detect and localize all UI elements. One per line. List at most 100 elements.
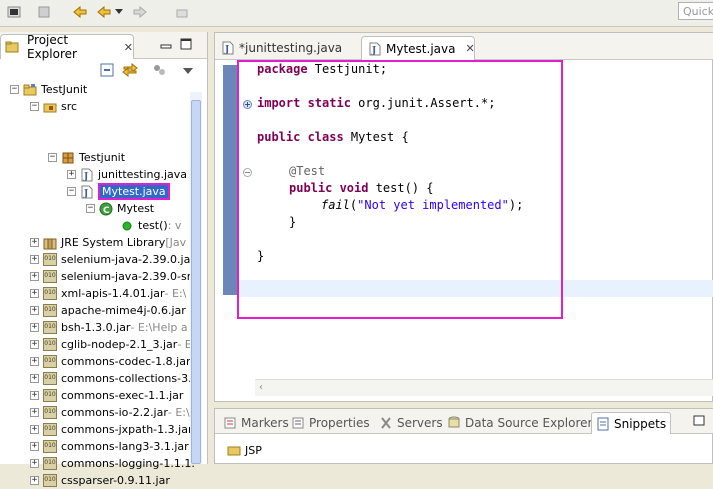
last-edit-icon[interactable] xyxy=(70,3,90,21)
tree-item-label: Mytest xyxy=(117,202,155,215)
tree-item-label: commons-collections-3.2 xyxy=(61,372,199,385)
expand-toggle-icon[interactable]: + xyxy=(30,323,39,332)
tree-item-detail: - E:\Help a xyxy=(130,321,188,334)
terminal-icon[interactable] xyxy=(4,3,24,21)
collapse-toggle-icon[interactable]: − xyxy=(48,153,57,162)
tab-label: Servers xyxy=(397,415,443,430)
tab-project-explorer[interactable]: Project Explorer ✕ xyxy=(0,33,134,61)
java-file-icon: J xyxy=(80,168,94,182)
servers-icon xyxy=(379,416,393,430)
tab-snippets[interactable]: Snippets xyxy=(591,412,672,434)
close-icon[interactable]: ✕ xyxy=(465,42,474,55)
collapse-all-icon[interactable] xyxy=(100,63,114,77)
back-dropdown-icon[interactable] xyxy=(114,3,124,21)
expand-toggle-icon[interactable]: + xyxy=(30,255,39,264)
expand-toggle-icon[interactable]: + xyxy=(30,238,39,247)
tree-item-mytest-java[interactable]: − J Mytest.java xyxy=(67,183,170,200)
tree-item-jar[interactable]: +010 commons-jxpath-1.3.jar xyxy=(30,421,192,438)
database-icon xyxy=(447,416,461,430)
scroll-left-icon[interactable]: ‹ xyxy=(259,382,263,393)
tree-item-label: bsh-1.3.0.jar xyxy=(61,321,131,334)
bottom-panel: Markers Properties Servers Data Source E… xyxy=(214,408,713,464)
maximize-icon[interactable] xyxy=(180,38,192,50)
svg-text:C: C xyxy=(103,206,110,216)
pin-editor-icon[interactable] xyxy=(172,3,192,21)
horizontal-scrollbar[interactable]: ‹ xyxy=(255,379,713,396)
tree-item-jre-library[interactable]: + JRE System Library [Jav xyxy=(30,234,186,251)
tab-markers[interactable]: Markers xyxy=(223,412,289,433)
tree-item-jar[interactable]: +010 apache-mime4j-0.6.jar xyxy=(30,302,186,319)
expand-toggle-icon[interactable]: + xyxy=(67,170,76,179)
jar-icon: 010 xyxy=(43,253,57,267)
main-toolbar: Quick xyxy=(0,0,713,27)
tree-item-jar[interactable]: +010 bsh-1.3.0.jar - E:\Help a xyxy=(30,319,188,336)
quick-access-input[interactable]: Quick xyxy=(678,2,713,20)
tree-item-label: commons-exec-1.1.jar xyxy=(61,389,184,402)
tree-item-test-method[interactable]: test() : v xyxy=(120,217,181,234)
tree-item-label: xml-apis-1.4.01.jar xyxy=(61,287,165,300)
collapse-toggle-icon[interactable]: − xyxy=(67,187,76,196)
collapse-toggle-icon[interactable]: − xyxy=(30,102,39,111)
expand-toggle-icon[interactable]: + xyxy=(30,408,39,417)
tree-item-label: commons-jxpath-1.3.jar xyxy=(61,423,193,436)
expand-toggle-icon[interactable]: + xyxy=(30,289,39,298)
tab-properties[interactable]: Properties xyxy=(291,412,370,433)
filter-icon[interactable] xyxy=(152,63,166,77)
tree-item-jar[interactable]: +010 commons-collections-3.2 xyxy=(30,370,199,387)
expand-toggle-icon[interactable]: + xyxy=(30,340,39,349)
expand-toggle-icon[interactable]: + xyxy=(30,357,39,366)
tab-servers[interactable]: Servers xyxy=(379,412,443,433)
minimize-icon[interactable] xyxy=(693,415,705,427)
tree-item-detail: : v xyxy=(167,219,182,232)
tree-item-jar[interactable]: +010 commons-codec-1.8.jar xyxy=(30,353,190,370)
tree-item-package-testjunit[interactable]: − Testjunit xyxy=(48,149,125,166)
expand-toggle-icon[interactable]: + xyxy=(30,425,39,434)
tree-item-jar[interactable]: +010 commons-lang3-3.1.jar xyxy=(30,438,189,455)
tab-junittesting-java[interactable]: J *junittesting.java xyxy=(221,36,361,59)
tree-item-label: Testjunit xyxy=(79,151,126,164)
tab-mytest-java[interactable]: J Mytest.java ✕ xyxy=(361,36,475,60)
collapse-toggle-icon[interactable]: − xyxy=(86,204,95,213)
tree-item-junittesting-java[interactable]: + J junittesting.java xyxy=(67,166,187,183)
collapse-toggle-icon[interactable]: − xyxy=(10,85,19,94)
link-with-editor-icon[interactable] xyxy=(122,62,138,78)
expand-toggle-icon[interactable]: + xyxy=(30,374,39,383)
tree-item-jar[interactable]: +010 commons-exec-1.1.jar xyxy=(30,387,183,404)
debug-icon[interactable] xyxy=(34,3,54,21)
jar-icon: 010 xyxy=(43,287,57,301)
forward-arrow-icon[interactable] xyxy=(130,3,150,21)
tree-item-jar[interactable]: +010 selenium-java-2.39.0.jar xyxy=(30,251,195,268)
tree-item-jar[interactable]: +010 cssparser-0.9.11.jar xyxy=(30,472,170,489)
tree-item-mytest-class[interactable]: − C Mytest xyxy=(86,200,154,217)
expand-toggle-icon[interactable]: + xyxy=(30,442,39,451)
tree-item-jar[interactable]: +010 cglib-nodep-2.1_3.jar - E xyxy=(30,336,192,353)
project-explorer-toolbar xyxy=(0,59,207,83)
minimize-icon[interactable] xyxy=(160,38,172,50)
expand-toggle-icon[interactable]: + xyxy=(30,272,39,281)
bottom-tabbar: Markers Properties Servers Data Source E… xyxy=(215,409,713,434)
tree-item-testjunit-project[interactable]: − TestJunit xyxy=(10,81,87,98)
tree-item-jar[interactable]: +010 commons-io-2.2.jar - E:\ xyxy=(30,404,190,421)
tab-data-source-explorer[interactable]: Data Source Explorer xyxy=(447,412,592,433)
tree-item-src[interactable]: − src xyxy=(30,98,77,115)
expand-toggle-icon[interactable]: + xyxy=(30,476,39,485)
project-icon xyxy=(23,83,37,97)
tab-project-explorer-label: Project Explorer xyxy=(27,33,77,61)
tree-item-jar[interactable]: +010 selenium-java-2.39.0-src xyxy=(30,268,197,285)
tree-item-label: selenium-java-2.39.0-src xyxy=(61,270,198,283)
tree-item-label: test() xyxy=(138,219,168,232)
tree-item-jar[interactable]: +010 xml-apis-1.4.01.jar - E:\ xyxy=(30,285,186,302)
view-menu-icon[interactable] xyxy=(183,65,193,74)
tab-label: Markers xyxy=(241,415,289,430)
tree-item-label: cssparser-0.9.11.jar xyxy=(61,474,170,487)
back-arrow-icon[interactable] xyxy=(94,3,114,21)
tree-item-label: JRE System Library xyxy=(61,236,166,249)
tab-label: Properties xyxy=(309,415,370,430)
close-icon[interactable]: ✕ xyxy=(124,41,133,54)
vertical-scrollbar[interactable] xyxy=(190,92,202,464)
expand-toggle-icon[interactable]: + xyxy=(30,306,39,315)
snippet-item-jsp[interactable]: JSP xyxy=(227,443,262,457)
jar-icon: 010 xyxy=(43,304,57,318)
scrollbar-thumb[interactable] xyxy=(191,100,201,464)
expand-toggle-icon[interactable]: + xyxy=(30,391,39,400)
